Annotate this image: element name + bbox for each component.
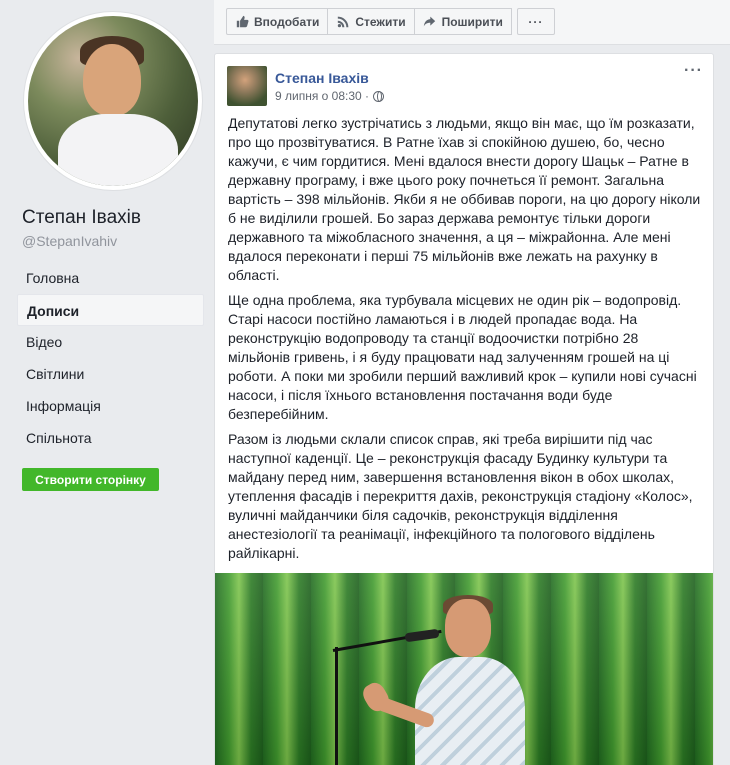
like-label: Вподобати	[254, 14, 320, 29]
more-options-button[interactable]: ···	[516, 8, 555, 35]
post-paragraph: Ще одна проблема, яка турбувала місцевих…	[228, 292, 697, 422]
post-options-button[interactable]: ···	[684, 62, 703, 80]
left-column: Степан Івахів @StepanIvahiv Головна Допи…	[0, 0, 213, 765]
post-author-avatar[interactable]	[227, 66, 267, 106]
page-nav: Головна Дописи Відео Світлини Інформація…	[17, 262, 204, 454]
post-paragraph: Разом із людьми склали список справ, які…	[228, 431, 693, 561]
profile-name[interactable]: Степан Івахів	[22, 207, 141, 229]
share-arrow-icon	[423, 15, 437, 29]
rss-icon	[336, 15, 350, 29]
thumbs-up-icon	[235, 15, 249, 29]
share-label: Поширити	[441, 14, 503, 29]
avatar	[28, 16, 198, 186]
follow-button[interactable]: Стежити	[327, 8, 415, 35]
share-button[interactable]: Поширити	[413, 8, 512, 35]
nav-item-videos[interactable]: Відео	[17, 326, 204, 358]
post-paragraph: Депутатові легко зустрічатись з людьми, …	[228, 115, 701, 283]
profile-handle[interactable]: @StepanIvahiv	[22, 233, 117, 249]
like-button[interactable]: Вподобати	[226, 8, 329, 35]
create-page-button[interactable]: Створити сторінку	[22, 468, 159, 491]
globe-icon	[373, 90, 385, 102]
page-action-bar: Вподобати Стежити Поширити ···	[214, 0, 730, 45]
post-timestamp[interactable]: 9 липня о 08:30 ·	[275, 89, 369, 103]
nav-item-posts[interactable]: Дописи	[17, 294, 204, 326]
nav-item-community[interactable]: Спільнота	[17, 422, 204, 454]
post-author-name[interactable]: Степан Івахів	[275, 70, 369, 86]
post-photo[interactable]	[215, 573, 713, 765]
nav-item-about[interactable]: Інформація	[17, 390, 204, 422]
profile-picture[interactable]	[24, 12, 202, 190]
nav-item-home[interactable]: Головна	[17, 262, 204, 294]
post-body: Депутатові легко зустрічатись з людьми, …	[228, 114, 702, 569]
nav-item-photos[interactable]: Світлини	[17, 358, 204, 390]
follow-label: Стежити	[355, 14, 406, 29]
post-card: Степан Івахів 9 липня о 08:30 · ··· Депу…	[214, 53, 714, 765]
post-meta: 9 липня о 08:30 ·	[275, 89, 385, 103]
